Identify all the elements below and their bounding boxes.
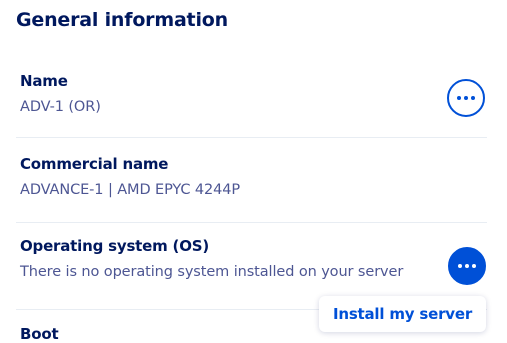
commercial-name-value: ADVANCE-1 | AMD EPYC 4244P	[20, 182, 241, 198]
operating-system-value: There is no operating system installed o…	[20, 264, 404, 280]
operating-system-label: Operating system (OS)	[20, 237, 210, 255]
divider	[16, 137, 487, 138]
ellipsis-icon	[457, 96, 475, 100]
divider	[16, 222, 487, 223]
ellipsis-icon	[458, 264, 476, 268]
operating-system-more-button[interactable]	[448, 247, 486, 285]
name-value: ADV-1 (OR)	[20, 99, 101, 115]
page-title: General information	[16, 9, 228, 31]
boot-label: Boot	[20, 325, 59, 343]
name-label: Name	[20, 72, 68, 90]
install-my-server-menu-item[interactable]: Install my server	[333, 305, 472, 323]
commercial-name-label: Commercial name	[20, 155, 169, 173]
actions-menu: Install my server	[319, 296, 486, 332]
name-more-button[interactable]	[447, 79, 485, 117]
